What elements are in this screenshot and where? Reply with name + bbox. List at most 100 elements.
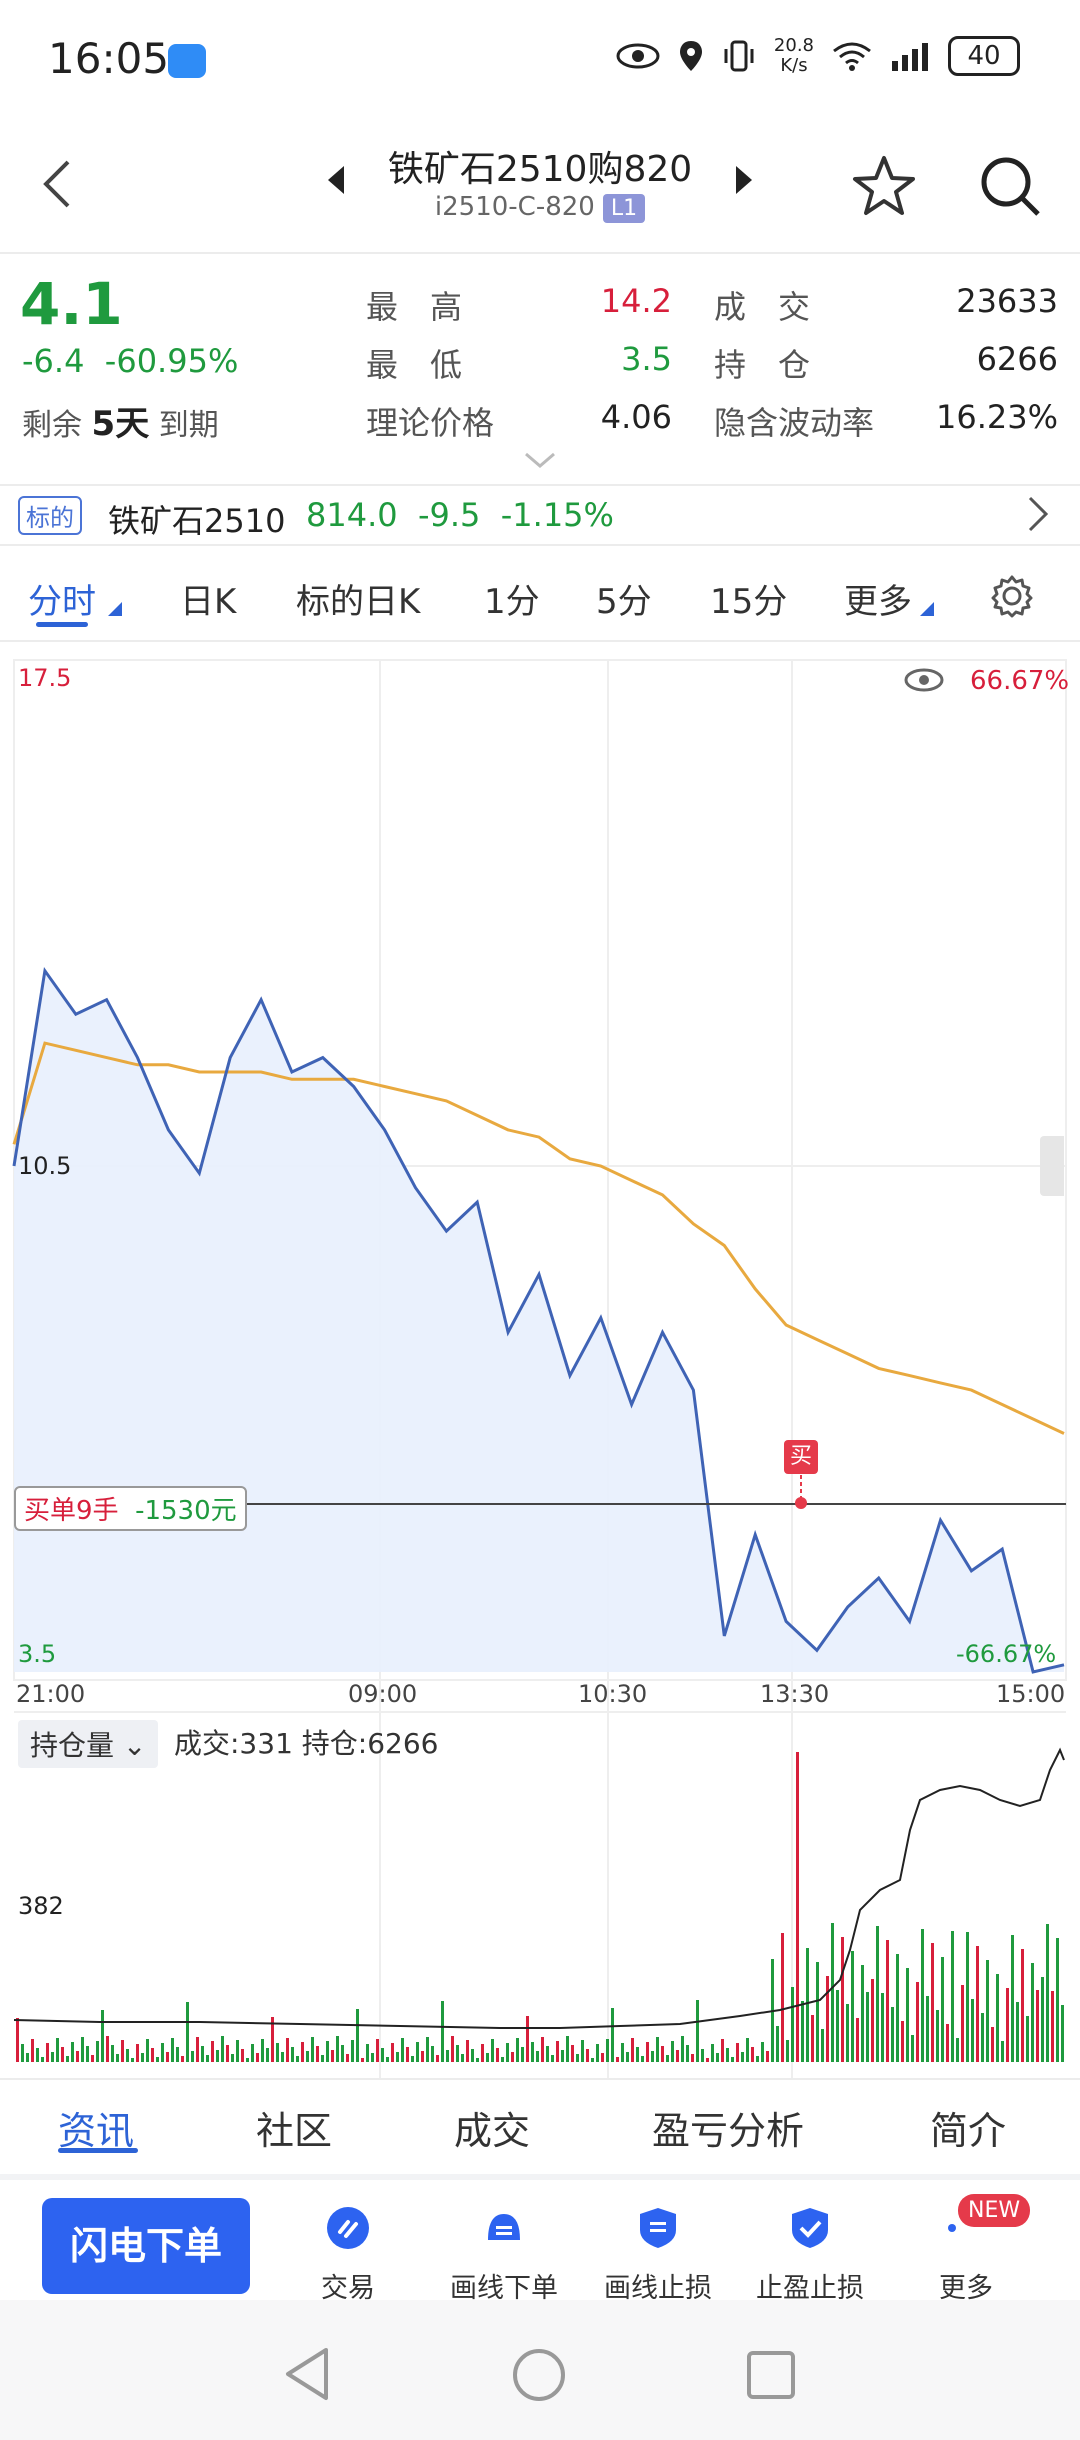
wifi-icon	[833, 42, 871, 71]
volume-bar	[816, 1962, 819, 2062]
volume-bar	[996, 1974, 999, 2062]
gear-icon[interactable]	[990, 574, 1034, 618]
oi-label: 持 仓	[714, 346, 811, 384]
volume-bar	[871, 1979, 874, 2062]
signal-icon	[892, 43, 928, 71]
tab-timeshare[interactable]: 分时	[28, 574, 96, 623]
volume-bar	[926, 1996, 929, 2062]
volume-selector[interactable]: 持仓量 ⌄	[18, 1720, 159, 1768]
volume-bar	[36, 2048, 39, 2062]
remaining-suffix: 到期	[158, 408, 219, 443]
volume-bar	[1016, 2002, 1019, 2062]
nav-home-icon[interactable]	[512, 2348, 566, 2402]
volume-bar	[831, 1923, 834, 2062]
volume-bar	[886, 1940, 889, 2062]
volume-bar	[131, 2058, 134, 2062]
volume-bar	[566, 2036, 569, 2062]
trade-icon	[327, 2207, 369, 2249]
tab-community[interactable]: 社区	[256, 2100, 332, 2155]
theory-label: 理论价格	[366, 404, 495, 442]
low-value: 3.5	[621, 340, 672, 378]
volume-bar	[111, 2045, 114, 2062]
take-profit-stop-loss-button[interactable]: 止盈止损	[740, 2206, 880, 2305]
volume-bar	[331, 2050, 334, 2062]
volume-bar	[286, 2038, 289, 2062]
tab-pnl-analysis[interactable]: 盈亏分析	[652, 2100, 804, 2155]
volume-bar	[641, 2056, 644, 2062]
volume-bar	[181, 2056, 184, 2062]
star-icon[interactable]	[852, 154, 916, 218]
volume-bar	[261, 2039, 264, 2062]
draw-stop-button[interactable]: 画线止损	[588, 2206, 728, 2305]
price-chart[interactable]	[0, 650, 1080, 2080]
volume-bar	[801, 2001, 804, 2062]
chevron-right-icon[interactable]	[1026, 494, 1050, 534]
volume-bar	[586, 2049, 589, 2062]
volume-bar	[461, 2054, 464, 2062]
volume-bar	[806, 1948, 809, 2062]
volume-bar	[756, 2056, 759, 2062]
tab-dropdown-icon	[108, 602, 122, 616]
nav-back-icon[interactable]	[282, 2346, 332, 2402]
volume-bar	[571, 2045, 574, 2062]
volume-bar	[51, 2052, 54, 2062]
draw-order-button[interactable]: 画线下单	[434, 2206, 574, 2305]
volume-bar	[891, 2007, 894, 2062]
expiry-info: 剩余 5天 到期	[22, 396, 219, 445]
volume-bar	[761, 2042, 764, 2062]
volume-bar	[96, 2041, 99, 2062]
volume-bar	[341, 2045, 344, 2062]
tab-more[interactable]: 更多	[844, 574, 912, 623]
next-contract-icon[interactable]	[736, 166, 752, 194]
volume-bar	[441, 2001, 444, 2062]
volume-bar	[141, 2053, 144, 2062]
tab-trades[interactable]: 成交	[454, 2100, 530, 2155]
tab-underlying-daily-k[interactable]: 标的日K	[296, 574, 420, 623]
volume-bar	[126, 2049, 129, 2062]
volume-bar	[371, 2053, 374, 2062]
volume-bar	[691, 2054, 694, 2062]
y-axis-mid-label: 10.5	[18, 1152, 72, 1180]
tab-5min[interactable]: 5分	[596, 574, 652, 623]
volume-bar	[881, 1993, 884, 2062]
tab-1min[interactable]: 1分	[484, 574, 540, 623]
volume-bar	[61, 2047, 64, 2062]
volume-bar	[1026, 2016, 1029, 2062]
expand-chevron-icon[interactable]	[524, 452, 556, 470]
tab-underline	[58, 2148, 138, 2153]
volume-bar	[1036, 1990, 1039, 2062]
volume-bar	[356, 2009, 359, 2062]
tab-15min[interactable]: 15分	[710, 574, 787, 623]
volume-bar	[781, 1933, 784, 2062]
volume-bar	[31, 2039, 34, 2062]
nav-recents-icon[interactable]	[746, 2350, 796, 2400]
volume-bar	[101, 2010, 104, 2062]
flash-order-button[interactable]: 闪电下单	[42, 2198, 250, 2294]
eye-icon[interactable]	[904, 666, 944, 694]
volume-bar	[726, 2048, 729, 2062]
volume-bar	[556, 2041, 559, 2062]
high-label: 最 高	[366, 288, 463, 326]
volume-bar	[896, 1954, 899, 2062]
volume-bar	[981, 2013, 984, 2062]
volume-bar	[821, 2029, 824, 2062]
volume-bar	[451, 2036, 454, 2062]
volume-bar	[576, 2054, 579, 2062]
tab-intro[interactable]: 简介	[930, 2100, 1006, 2155]
volume-bar	[56, 2038, 59, 2062]
last-price: 4.1	[20, 270, 123, 338]
volume-bar	[336, 2036, 339, 2062]
new-badge: NEW	[958, 2194, 1031, 2227]
volume-bar	[916, 1982, 919, 2062]
tab-news[interactable]: 资讯	[58, 2100, 134, 2155]
draw-order-icon	[488, 2214, 520, 2240]
search-icon[interactable]	[978, 154, 1042, 218]
trade-tag[interactable]: 买单9手 -1530元	[14, 1486, 247, 1531]
underlying-values: 814.0 -9.5 -1.15%	[306, 496, 614, 534]
volume-bar	[26, 2053, 29, 2062]
trade-button[interactable]: 交易	[278, 2206, 418, 2305]
chart-side-handle[interactable]	[1040, 1136, 1064, 1196]
weather-icon	[168, 44, 206, 78]
tab-daily-k[interactable]: 日K	[180, 574, 236, 623]
draw-stop-icon	[640, 2208, 676, 2248]
